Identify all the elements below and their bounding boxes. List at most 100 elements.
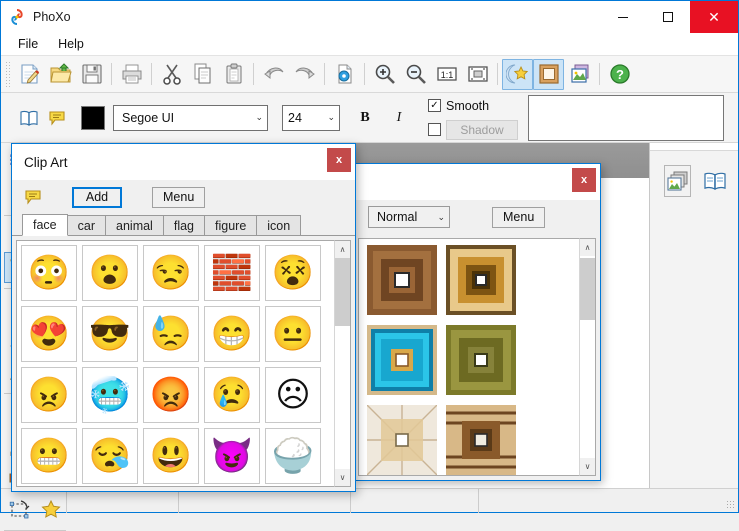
print-button[interactable]	[116, 59, 147, 90]
font-size-select[interactable]: 24 ⌄	[282, 105, 340, 131]
copy-button[interactable]	[187, 59, 218, 90]
tab-face[interactable]: face	[22, 214, 68, 236]
phoxo-logo-icon	[9, 9, 25, 25]
clipart-thumb[interactable]: 🧱	[204, 245, 260, 301]
tab-animal[interactable]: animal	[105, 215, 164, 235]
refresh-button[interactable]	[329, 59, 360, 90]
maximize-button[interactable]	[645, 1, 690, 33]
clipart-thumb[interactable]: 😃	[143, 428, 199, 484]
open-file-button[interactable]	[45, 59, 76, 90]
bold-button[interactable]: B	[352, 105, 378, 131]
clipart-thumb[interactable]: 😬	[21, 428, 77, 484]
speech-balloon-icon[interactable]	[22, 186, 44, 208]
frame-thumb[interactable]	[367, 245, 437, 315]
clipart-thumb[interactable]: 😪	[82, 428, 138, 484]
tab-icon[interactable]: icon	[256, 215, 301, 235]
scroll-up-icon[interactable]: ∧	[580, 239, 595, 256]
clipart-thumb[interactable]: 😈	[204, 428, 260, 484]
clipart-thumb[interactable]: 😐	[265, 306, 321, 362]
clipart-thumb[interactable]: 🥶	[82, 367, 138, 423]
tab-car[interactable]: car	[67, 215, 106, 235]
clipart-thumb[interactable]: 😓	[143, 306, 199, 362]
smooth-checkbox[interactable]: ✓	[428, 99, 441, 112]
title-bar: PhoXo ✕	[1, 1, 738, 33]
clipart-thumb[interactable]: 😠	[21, 367, 77, 423]
frame-mode-select[interactable]: Normal ⌄	[368, 206, 450, 228]
clipart-thumb[interactable]: 😵	[265, 245, 321, 301]
clipart-thumb[interactable]: 😒	[143, 245, 199, 301]
menu-item-file[interactable]: File	[9, 35, 47, 53]
shadow-checkbox[interactable]	[428, 123, 441, 136]
clipart-menu-button[interactable]: Menu	[152, 187, 205, 208]
layers-panel-button[interactable]	[664, 165, 691, 197]
scroll-down-icon[interactable]: ∨	[580, 458, 595, 475]
zoom-fit-button[interactable]	[462, 59, 493, 90]
frame-scroll-track[interactable]	[580, 256, 595, 458]
frame-thumb-grid[interactable]	[358, 238, 579, 476]
frame-button[interactable]	[533, 59, 564, 90]
undo-button[interactable]	[258, 59, 289, 90]
paste-button[interactable]	[218, 59, 249, 90]
clipart-thumb[interactable]: 😳	[21, 245, 77, 301]
clipart-scroll-track[interactable]	[335, 258, 350, 469]
frame-thumb[interactable]	[446, 245, 516, 315]
library-panel-button[interactable]	[701, 165, 728, 197]
clipart-thumb[interactable]: 😎	[82, 306, 138, 362]
clipart-dialog-close-button[interactable]: x	[327, 148, 351, 172]
new-file-button[interactable]	[14, 59, 45, 90]
scroll-down-icon[interactable]: ∨	[335, 469, 350, 486]
toolbar-separator	[253, 63, 254, 85]
clipart-dialog-title-bar[interactable]: Clip Art x	[12, 144, 355, 180]
frame-scrollbar[interactable]: ∧ ∨	[579, 238, 596, 476]
redo-button[interactable]	[289, 59, 320, 90]
clipart-thumb[interactable]: 😍	[21, 306, 77, 362]
menu-item-help[interactable]: Help	[49, 35, 93, 53]
clipart-thumb[interactable]: 🍚	[265, 428, 321, 484]
effects-tool[interactable]	[35, 494, 66, 525]
close-button[interactable]: ✕	[690, 1, 738, 33]
clipart-thumb[interactable]: 😢	[204, 367, 260, 423]
clipart-thumb[interactable]: 😮	[82, 245, 138, 301]
frame-thumb[interactable]	[367, 325, 437, 395]
layers-button[interactable]	[564, 59, 595, 90]
help-button[interactable]: ?	[604, 59, 635, 90]
font-family-select[interactable]: Segoe UI ⌄	[113, 105, 268, 131]
resize-grip[interactable]	[726, 500, 735, 509]
italic-button[interactable]: I	[386, 105, 412, 131]
save-file-button[interactable]	[76, 59, 107, 90]
clipart-scroll-thumb[interactable]	[335, 258, 350, 326]
frame-thumb[interactable]	[367, 405, 437, 475]
dock-top-strip	[650, 143, 738, 151]
tab-figure[interactable]: figure	[204, 215, 257, 235]
clipart-thumb[interactable]: ☹	[265, 367, 321, 423]
zoom-in-button[interactable]	[369, 59, 400, 90]
open-book-icon[interactable]	[15, 104, 43, 132]
frame-thumb[interactable]	[446, 325, 516, 395]
clipart-button[interactable]	[502, 59, 533, 90]
minimize-button[interactable]	[600, 1, 645, 33]
transform-tool[interactable]	[4, 494, 35, 525]
heart-eyes-kiss-icon: 😍	[28, 317, 70, 351]
tab-flag[interactable]: flag	[163, 215, 205, 235]
clipart-thumb[interactable]: 😁	[204, 306, 260, 362]
zoom-out-button[interactable]	[400, 59, 431, 90]
frame-dialog-title-bar[interactable]: x	[354, 164, 600, 200]
zoom-actual-button[interactable]: 1:1	[431, 59, 462, 90]
clipart-add-button[interactable]: Add	[72, 187, 122, 208]
toolbar-separator	[599, 63, 600, 85]
cut-button[interactable]	[156, 59, 187, 90]
clipart-thumb[interactable]: 😡	[143, 367, 199, 423]
foreground-color-swatch[interactable]	[81, 106, 105, 130]
clipart-scrollbar[interactable]: ∧ ∨	[334, 240, 351, 487]
frame-scroll-thumb[interactable]	[580, 258, 595, 320]
frame-thumb[interactable]	[446, 405, 516, 475]
clipart-thumb-grid[interactable]: 😳😮😒🧱😵 😍 😎😓😁😐 😠🥶 😡 😢☹ 😬😪 😃 😈🍚	[16, 240, 334, 487]
frame-menu-button[interactable]: Menu	[492, 207, 545, 228]
frame-dialog-close-button[interactable]: x	[572, 168, 596, 192]
kanji-angry-face-icon: 😡	[150, 378, 192, 412]
text-preview-field[interactable]	[528, 95, 724, 141]
speech-balloon-icon[interactable]	[43, 104, 71, 132]
happy-open-smile-icon: 😃	[150, 439, 192, 473]
scroll-up-icon[interactable]: ∧	[335, 241, 350, 258]
toolbar-grip[interactable]	[5, 61, 11, 87]
